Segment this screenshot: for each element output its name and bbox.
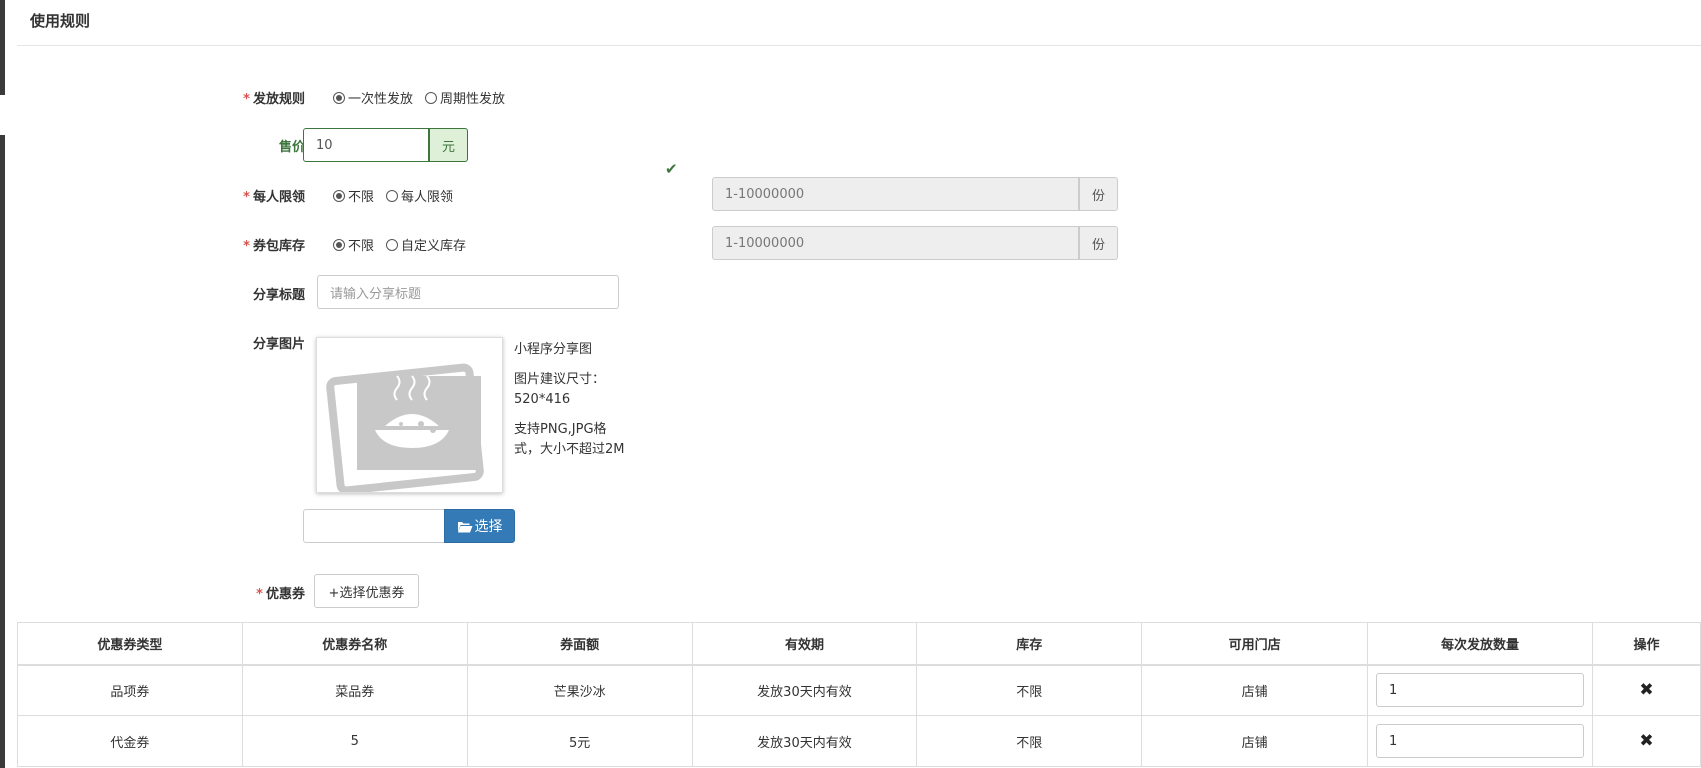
hint-line: 式，大小不超过2M <box>514 442 625 457</box>
quantity-cell: 1 <box>1367 715 1594 767</box>
radio-dot <box>333 238 345 251</box>
column-header: 券面额 <box>466 622 693 666</box>
radio-label: 周期性发放 <box>440 92 506 107</box>
radio-dot <box>425 91 438 104</box>
hint-line: 支持PNG,JPG格 <box>514 422 607 437</box>
image-placeholder-icon <box>326 363 484 495</box>
radio-dot <box>333 189 345 202</box>
coupon-name: 5 <box>241 715 468 767</box>
required-mark: * <box>256 587 263 602</box>
coupon-table: 优惠券类型 优惠券名称 券面额 有效期 库存 可用门店 每次发放数量 操作 品项… <box>17 622 1701 767</box>
issue-rule-label-text: 发放规则 <box>252 92 305 107</box>
required-mark: * <box>243 190 250 205</box>
coupons-label-text: 优惠券 <box>265 587 305 602</box>
coupon-face-value: 芒果沙冰 <box>466 664 693 716</box>
required-mark: * <box>243 92 250 107</box>
column-header: 操作 <box>1592 622 1701 666</box>
hint-line: 图片建议尺寸： <box>514 372 606 387</box>
quantity-input[interactable]: 1 <box>1376 724 1585 758</box>
radio-label: 一次性发放 <box>348 92 414 107</box>
check-icon: ✔ <box>665 160 678 178</box>
issue-rule-radios: 一次性发放 周期性发放 <box>333 88 517 107</box>
radio-dot <box>386 189 399 202</box>
share-image-label: 分享图片 <box>252 337 305 352</box>
column-header: 有效期 <box>691 622 918 666</box>
radio-label: 不限 <box>348 239 375 254</box>
folder-open-icon <box>457 521 472 532</box>
select-image-button-label: 选择 <box>474 519 503 535</box>
radio-per-user-limit[interactable]: 每人限领 <box>386 186 453 205</box>
quantity-cell: 1 <box>1367 664 1594 716</box>
table-row: 代金券 5 5元 发放30天内有效 不限 店铺 1 ✖ <box>17 715 1701 767</box>
column-header: 优惠券类型 <box>17 622 243 666</box>
radio-periodic[interactable]: 周期性发放 <box>425 88 505 107</box>
price-label: 售价 <box>278 140 305 155</box>
coupon-store: 店铺 <box>1141 715 1369 767</box>
stock-unit: 份 <box>1079 226 1118 260</box>
issue-rule-label: * 发放规则 <box>185 88 305 107</box>
share-image-thumbnail[interactable] <box>316 337 503 495</box>
share-title-label: 分享标题 <box>252 288 305 303</box>
form-page: 使用规则 * 发放规则 一次性发放 周期性发放 售价 10 元 ✔ * 每人限领 不… <box>17 0 1701 768</box>
left-edge <box>0 0 6 768</box>
table-header-row: 优惠券类型 优惠券名称 券面额 有效期 库存 可用门店 每次发放数量 操作 <box>17 622 1701 666</box>
radio-one-time[interactable]: 一次性发放 <box>333 88 413 107</box>
coupon-stock: 不限 <box>916 715 1143 767</box>
price-input[interactable]: 10 <box>303 128 429 162</box>
per-user-limit-input[interactable]: 1-10000000 <box>712 177 1079 211</box>
column-header: 每次发放数量 <box>1367 622 1594 666</box>
required-mark: * <box>243 239 250 254</box>
quantity-input[interactable]: 1 <box>1376 673 1585 708</box>
image-path-input[interactable] <box>303 509 445 543</box>
radio-dot <box>386 238 399 251</box>
radio-label: 不限 <box>348 190 375 205</box>
radio-label: 每人限领 <box>401 190 454 205</box>
coupon-type: 代金券 <box>17 715 243 767</box>
stock-input[interactable]: 1-10000000 <box>712 226 1079 260</box>
radio-unlimited[interactable]: 不限 <box>333 186 374 205</box>
share-image-hint-size: 图片建议尺寸： 520*416 <box>514 370 605 410</box>
per-user-limit-label: * 每人限领 <box>185 186 305 205</box>
share-image-hint-title: 小程序分享图 <box>514 342 593 357</box>
coupon-store: 店铺 <box>1141 664 1369 716</box>
radio-label: 自定义库存 <box>401 239 467 254</box>
table-row: 品项券 菜品券 芒果沙冰 发放30天内有效 不限 店铺 1 ✖ <box>17 664 1701 716</box>
section-title: 使用规则 <box>30 12 91 30</box>
coupon-validity: 发放30天内有效 <box>691 715 918 767</box>
stock-label: * 券包库存 <box>185 235 305 254</box>
per-user-limit-radios: 不限 每人限领 <box>333 186 465 205</box>
delete-icon[interactable]: ✖ <box>1639 680 1653 700</box>
column-header: 可用门店 <box>1141 622 1369 666</box>
hint-line: 520*416 <box>514 392 571 407</box>
radio-custom-stock[interactable]: 自定义库存 <box>386 235 466 254</box>
stock-radios: 不限 自定义库存 <box>333 235 478 254</box>
select-coupon-button[interactable]: +选择优惠券 <box>314 574 419 608</box>
column-header: 库存 <box>916 622 1143 666</box>
stock-label-text: 券包库存 <box>252 239 305 254</box>
edge-bar <box>0 0 5 95</box>
select-image-button[interactable]: 选择 <box>444 509 515 543</box>
share-title-input[interactable]: 请输入分享标题 <box>317 275 619 309</box>
coupon-stock: 不限 <box>916 664 1143 716</box>
action-cell: ✖ <box>1592 664 1701 716</box>
coupon-validity: 发放30天内有效 <box>691 664 918 716</box>
coupon-name: 菜品券 <box>241 664 468 716</box>
radio-dot <box>333 91 345 104</box>
per-user-limit-label-text: 每人限领 <box>252 190 305 205</box>
action-cell: ✖ <box>1592 715 1701 767</box>
coupons-label: * 优惠券 <box>185 583 305 602</box>
share-image-hint-format: 支持PNG,JPG格 式，大小不超过2M <box>514 420 625 460</box>
column-header: 优惠券名称 <box>241 622 468 666</box>
coupon-face-value: 5元 <box>466 715 693 767</box>
radio-unlimited[interactable]: 不限 <box>333 235 374 254</box>
price-unit: 元 <box>429 128 468 162</box>
delete-icon[interactable]: ✖ <box>1639 731 1653 751</box>
edge-bar <box>0 135 5 768</box>
coupon-type: 品项券 <box>17 664 243 716</box>
title-divider <box>17 45 1701 46</box>
per-user-limit-unit: 份 <box>1079 177 1118 211</box>
